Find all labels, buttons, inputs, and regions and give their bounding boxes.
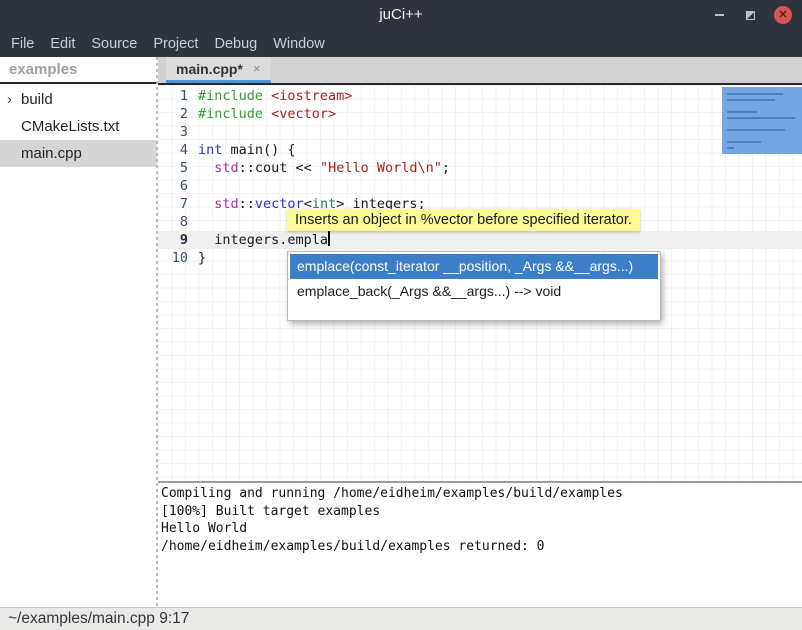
minimap-line — [727, 141, 761, 143]
minimap-line — [727, 111, 757, 113]
line-number: 1 — [158, 87, 188, 105]
menu-item-debug[interactable]: Debug — [206, 36, 265, 52]
code-editor[interactable]: 1 #include <iostream> 2 #include <vector> 34… — [158, 85, 802, 481]
output-console: Compiling and running /home/eidheim/exam… — [158, 481, 802, 607]
titlebar[interactable]: juCi++ ✕ — [0, 0, 802, 30]
tab-main-cpp[interactable]: main.cpp* × — [166, 57, 271, 83]
project-name-header: examples — [0, 57, 157, 84]
line-number: 4 — [158, 141, 188, 159]
minimap-line — [727, 99, 775, 101]
sidebar-item-build[interactable]: ›build — [0, 86, 157, 113]
menubar: FileEditSourceProjectDebugWindow — [0, 30, 802, 57]
code-line[interactable]: 9 integers.empla — [158, 231, 802, 249]
menu-item-edit[interactable]: Edit — [42, 36, 83, 52]
line-number: 6 — [158, 177, 188, 195]
code-text: std::cout << "Hello World\n"; — [198, 159, 450, 177]
line-number: 9 — [158, 231, 188, 249]
code-text: #include <iostream> — [198, 87, 352, 105]
completion-item[interactable]: emplace(const_iterator __position, _Args… — [290, 254, 658, 279]
line-number: 8 — [158, 213, 188, 231]
minimize-icon — [715, 14, 724, 16]
code-line[interactable]: 4 int main() { — [158, 141, 802, 159]
restore-button[interactable] — [743, 8, 757, 22]
code-line[interactable]: 2 #include <vector> — [158, 105, 802, 123]
tab-label: main.cpp* — [176, 61, 243, 77]
menu-item-window[interactable]: Window — [265, 36, 333, 52]
tab-close-icon[interactable]: × — [253, 61, 261, 76]
sidebar-item-label: build — [21, 91, 53, 108]
code-line[interactable]: 6 — [158, 177, 802, 195]
status-file-position: ~/examples/main.cpp 9:17 — [8, 610, 189, 628]
code-line[interactable]: 3 — [158, 123, 802, 141]
code-text: integers.empla — [198, 231, 330, 249]
line-number: 3 — [158, 123, 188, 141]
line-number: 7 — [158, 195, 188, 213]
sidebar-item-main-cpp[interactable]: main.cpp — [0, 140, 157, 167]
restore-icon — [746, 11, 755, 20]
minimap-line — [727, 147, 734, 149]
completion-item[interactable]: emplace_back(_Args &&__args...) --> void — [290, 279, 658, 304]
minimap[interactable] — [722, 87, 802, 154]
minimap-line — [727, 129, 785, 131]
minimap-line — [727, 93, 783, 95]
console-line: Compiling and running /home/eidheim/exam… — [161, 485, 802, 503]
line-number: 5 — [158, 159, 188, 177]
menu-item-file[interactable]: File — [3, 36, 42, 52]
tab-bar: main.cpp* × — [158, 57, 802, 85]
expander-icon: › — [7, 86, 21, 113]
line-number: 10 — [158, 249, 188, 267]
status-bar: ~/examples/main.cpp 9:17 — [0, 607, 802, 630]
menu-item-project[interactable]: Project — [145, 36, 206, 52]
text-cursor — [328, 231, 330, 246]
doc-tooltip: Inserts an object in %vector before spec… — [287, 209, 640, 231]
code-text: #include <vector> — [198, 105, 336, 123]
file-tree-panel: examples ›build CMakeLists.txt main.cpp — [0, 57, 157, 607]
console-line: Hello World — [161, 520, 802, 538]
minimize-button[interactable] — [712, 8, 726, 22]
code-line[interactable]: 5 std::cout << "Hello World\n"; — [158, 159, 802, 177]
sidebar-item-cmakelists-txt[interactable]: CMakeLists.txt — [0, 113, 157, 140]
code-line[interactable]: 1 #include <iostream> — [158, 87, 802, 105]
file-tree: ›build CMakeLists.txt main.cpp — [0, 84, 157, 167]
juci-window: juCi++ ✕ FileEditSourceProjectDebugWindo… — [0, 0, 802, 630]
minimap-line — [727, 117, 795, 119]
sidebar-item-label: CMakeLists.txt — [21, 118, 119, 135]
window-title: juCi++ — [0, 0, 802, 30]
close-icon: ✕ — [778, 6, 787, 24]
window-controls: ✕ — [712, 0, 792, 30]
line-number: 2 — [158, 105, 188, 123]
completion-popup: emplace(const_iterator __position, _Args… — [287, 251, 661, 321]
console-line: /home/eidheim/examples/build/examples re… — [161, 538, 802, 556]
close-button[interactable]: ✕ — [774, 6, 792, 24]
console-line: [100%] Built target examples — [161, 503, 802, 521]
sidebar-item-label: main.cpp — [21, 145, 82, 162]
menu-item-source[interactable]: Source — [83, 36, 145, 52]
code-text: } — [198, 249, 206, 267]
code-text: int main() { — [198, 141, 296, 159]
